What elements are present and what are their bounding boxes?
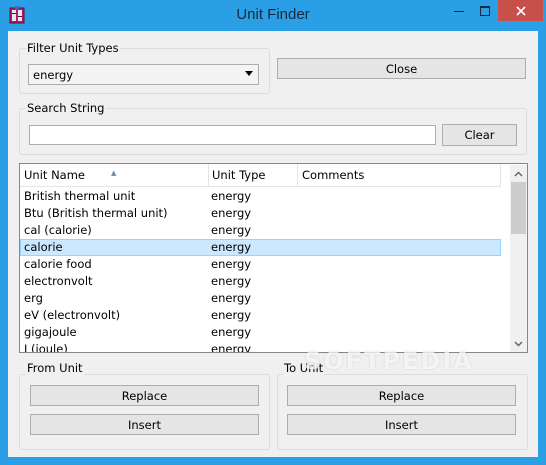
close-icon <box>515 5 526 16</box>
table-header: Unit Name ▲ Unit Type Comments <box>20 164 501 187</box>
scroll-down-button[interactable] <box>510 335 527 352</box>
unit-name-cell: calorie food <box>24 257 92 271</box>
table-rows: British thermal unit energy Btu (British… <box>20 188 501 353</box>
unit-type-select[interactable]: energy <box>28 64 259 85</box>
scrollbar-thumb[interactable] <box>511 182 526 234</box>
search-input[interactable] <box>29 125 436 145</box>
table-row[interactable]: British thermal unit energy <box>20 188 501 205</box>
column-header-unit-type[interactable]: Unit Type <box>208 164 298 187</box>
unit-type-selected-value: energy <box>33 68 74 82</box>
unit-type-cell: energy <box>211 291 252 305</box>
filter-group-label: Filter Unit Types <box>26 41 120 55</box>
table-row[interactable]: erg energy <box>20 290 501 307</box>
unit-type-cell: energy <box>211 257 252 271</box>
unit-name-cell: eV (electronvolt) <box>24 308 121 322</box>
close-button[interactable]: Close <box>277 58 526 79</box>
unit-name-cell: calorie <box>24 240 63 254</box>
from-insert-button[interactable]: Insert <box>30 414 259 435</box>
table-row[interactable]: cal (calorie) energy <box>20 222 501 239</box>
unit-type-cell: energy <box>211 223 252 237</box>
softpedia-watermark: SOFTPEDIA <box>304 347 474 375</box>
unit-name-cell: erg <box>24 291 43 305</box>
unit-name-cell: British thermal unit <box>24 189 136 203</box>
unit-name-cell: J (joule) <box>24 342 68 353</box>
from-unit-label: From Unit <box>26 361 84 375</box>
close-window-button[interactable] <box>498 0 543 21</box>
search-group-label: Search String <box>26 101 106 115</box>
to-insert-button[interactable]: Insert <box>287 414 516 435</box>
chevron-up-icon <box>514 171 523 176</box>
unit-type-cell: energy <box>211 189 252 203</box>
unit-type-cell: energy <box>211 342 252 353</box>
table-row[interactable]: eV (electronvolt) energy <box>20 307 501 324</box>
unit-type-cell: energy <box>211 325 252 339</box>
unit-type-cell: energy <box>211 308 252 322</box>
table-row[interactable]: electronvolt energy <box>20 273 501 290</box>
table-row[interactable]: gigajoule energy <box>20 324 501 341</box>
scroll-up-button[interactable] <box>510 165 527 182</box>
units-table[interactable]: Unit Name ▲ Unit Type Comments British t… <box>19 163 528 353</box>
minimize-icon <box>454 11 464 12</box>
column-header-unit-name[interactable]: Unit Name ▲ <box>20 164 209 187</box>
dialog-body: Filter Unit Types energy Close Search St… <box>8 31 538 457</box>
unit-name-cell: Btu (British thermal unit) <box>24 206 168 220</box>
column-header-label: Unit Name <box>24 168 85 182</box>
table-row[interactable]: calorie food energy <box>20 256 501 273</box>
vertical-scrollbar[interactable] <box>510 165 527 352</box>
chevron-down-icon <box>514 341 523 346</box>
unit-finder-window: Unit Finder Filter Unit Types energy Clo… <box>0 0 546 465</box>
sort-ascending-icon: ▲ <box>111 169 117 177</box>
minimize-button[interactable] <box>446 1 472 21</box>
clear-button[interactable]: Clear <box>442 124 517 146</box>
table-row[interactable]: Btu (British thermal unit) energy <box>20 205 501 222</box>
from-replace-button[interactable]: Replace <box>30 385 259 406</box>
unit-name-cell: gigajoule <box>24 325 77 339</box>
maximize-button[interactable] <box>472 1 498 21</box>
maximize-icon <box>480 6 490 16</box>
title-bar[interactable]: Unit Finder <box>0 0 546 31</box>
unit-type-cell: energy <box>211 274 252 288</box>
to-replace-button[interactable]: Replace <box>287 385 516 406</box>
table-row-selected[interactable]: calorie energy <box>20 239 501 256</box>
column-header-comments[interactable]: Comments <box>298 164 501 187</box>
unit-name-cell: electronvolt <box>24 274 93 288</box>
unit-name-cell: cal (calorie) <box>24 223 92 237</box>
chevron-down-icon <box>245 71 253 76</box>
unit-type-cell: energy <box>211 240 252 254</box>
unit-type-cell: energy <box>211 206 252 220</box>
